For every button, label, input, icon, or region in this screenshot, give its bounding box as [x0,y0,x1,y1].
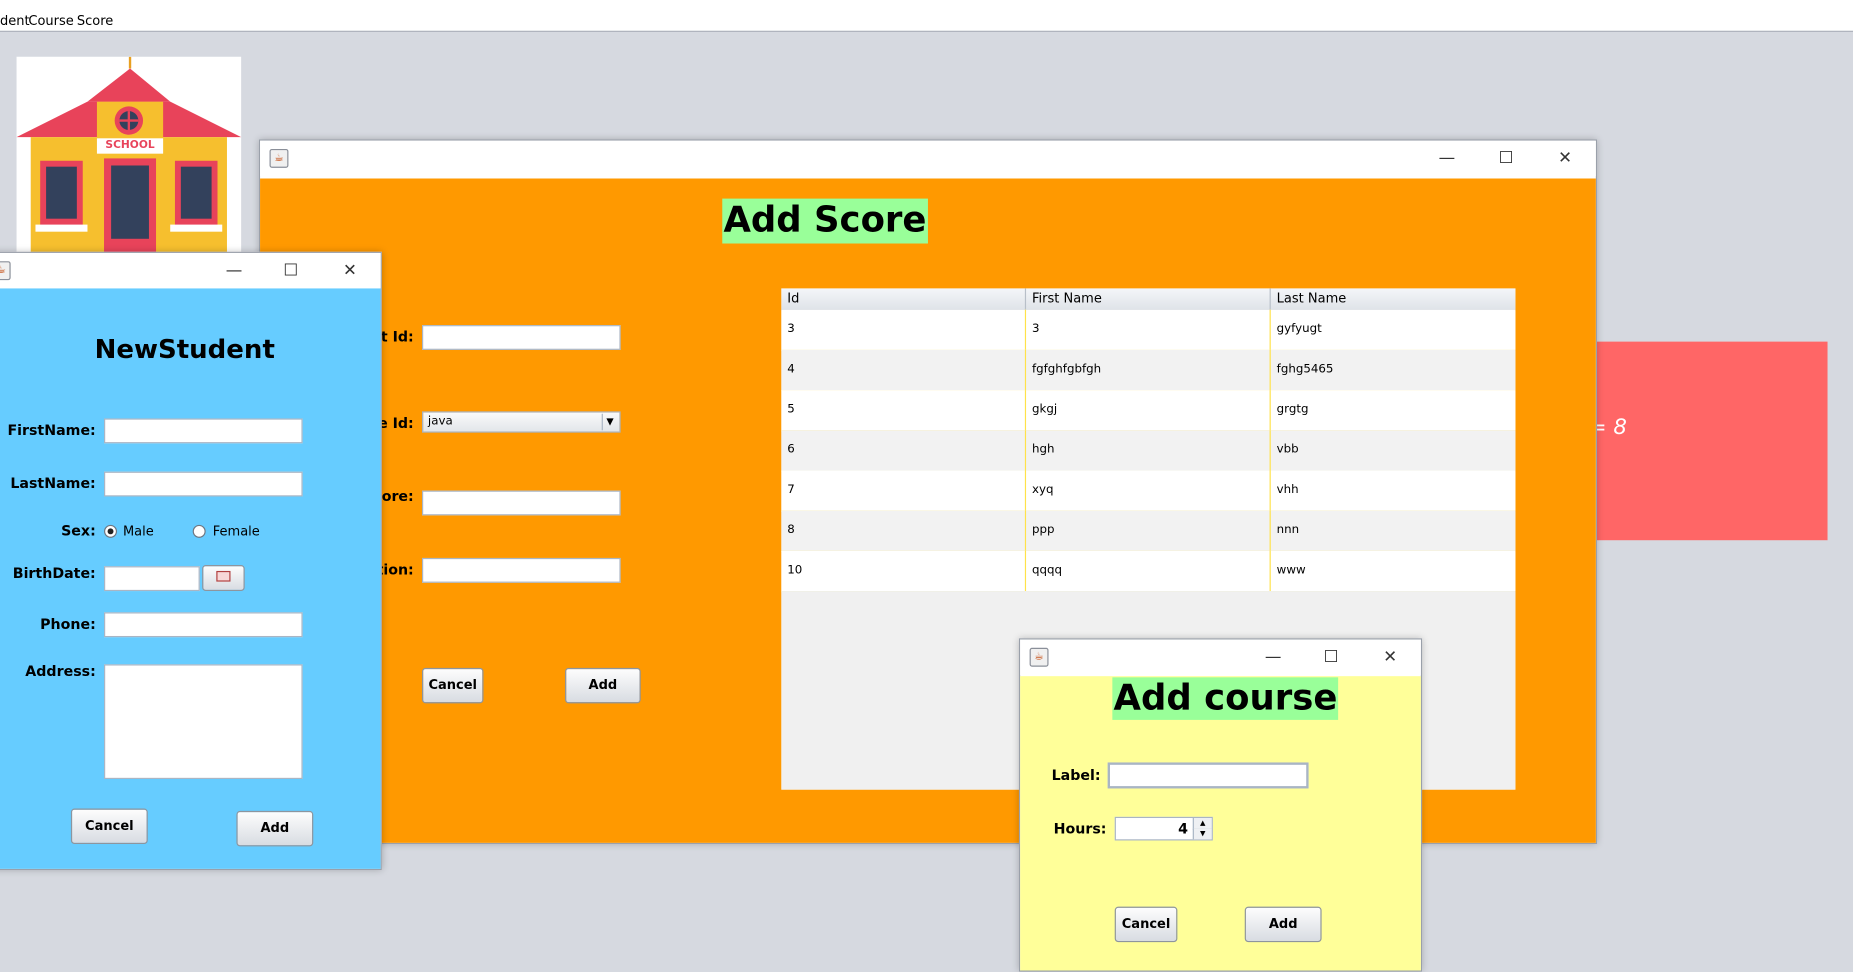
first-name-label: FirstName: [7,422,96,439]
table-cell: grgtg [1276,403,1309,417]
table-cell: ppp [1026,510,1271,551]
add-score-titlebar: ☕ — ☐ ✕ [260,140,1596,177]
table-row[interactable]: 7 xyq vhh [781,470,1516,512]
table-cell: vbb [1276,443,1299,457]
column-header-last-name[interactable]: Last Name [1271,288,1516,309]
table-cell: xyq [1026,470,1271,511]
table-cell: 6 [781,430,1027,471]
table-cell: qqqq [1026,550,1271,592]
table-cell: gkgj [1026,390,1271,431]
table-row[interactable]: 3 3 gyfyugt [781,309,1516,352]
table-cell: fghg5465 [1276,362,1334,376]
calendar-icon [216,570,231,582]
table-row[interactable]: 6 hgh vbb [781,430,1516,472]
table-cell: 4 [781,349,1027,391]
add-score-title: Add Score [722,198,928,244]
table-header: Id First Name Last Name [781,288,1516,311]
first-name-input[interactable] [104,418,303,444]
new-student-window: ☕ — ☐ ✕ NewStudent FirstName: LastName: … [0,251,382,871]
hours-spinner[interactable]: 4 ▲ ▼ [1114,816,1213,841]
minimize-icon[interactable]: — [221,259,247,283]
table-cell: fgfghfgbfgh [1026,349,1271,391]
background-panel: = 8 [1572,341,1828,541]
sex-label: Sex: [61,522,96,540]
table-cell: 3 [1026,309,1271,350]
student-id-input[interactable] [422,325,621,350]
new-student-title: NewStudent [94,335,275,366]
table-cell: 3 [781,309,1027,350]
menu-score[interactable]: Score [77,13,113,28]
maximize-icon[interactable]: ☐ [278,259,304,283]
minimize-icon[interactable]: — [1260,645,1286,669]
minimize-icon[interactable]: — [1434,147,1460,171]
student-cancel-button[interactable]: Cancel [70,808,148,845]
close-icon[interactable]: ✕ [1552,147,1578,171]
sex-female-label: Female [212,523,260,540]
course-add-button[interactable]: Add [1244,906,1322,943]
close-icon[interactable]: ✕ [337,259,363,283]
table-cell: 5 [781,390,1027,431]
address-label: Address: [25,663,96,680]
student-add-button[interactable]: Add [236,810,314,847]
last-name-input[interactable] [104,471,303,497]
table-cell: 7 [781,470,1027,511]
sex-male-label: Male [122,523,154,540]
add-course-titlebar: ☕ — ☐ ✕ [1020,639,1421,675]
table-cell: 10 [781,550,1027,592]
score-add-button[interactable]: Add [565,667,641,704]
hours-value: 4 [1178,820,1189,837]
table-cell: nnn [1276,523,1300,537]
spinner-down-icon[interactable]: ▼ [1192,828,1212,840]
phone-label: Phone: [40,615,96,633]
table-row[interactable]: 10 qqqq www [781,550,1516,593]
menu-course[interactable]: Course [28,13,73,28]
course-id-select[interactable]: java ▼ [422,411,621,433]
sex-male-radio[interactable] [104,524,118,538]
option-input[interactable] [422,557,621,583]
table-cell: gyfyugt [1276,322,1322,336]
birth-date-label: BirthDate: [12,565,96,582]
school-logo: SCHOOL [16,56,242,258]
sex-female-radio[interactable] [192,524,206,538]
course-id-select-value: java [427,414,453,428]
table-row[interactable]: 4 fgfghfgbfgh fghg5465 [781,349,1516,392]
close-icon[interactable]: ✕ [1377,645,1403,669]
phone-input[interactable] [104,612,303,638]
menubar: dent Course Score [0,0,1853,32]
table-cell: hgh [1026,430,1271,471]
add-course-content: Add course Label: Hours: 4 ▲ ▼ Cancel Ad… [1020,676,1421,971]
table-cell: www [1276,563,1306,577]
calendar-button[interactable] [202,565,245,592]
table-row[interactable]: 8 ppp nnn [781,510,1516,553]
birth-date-input[interactable] [104,566,200,592]
score-input[interactable] [422,490,621,516]
add-course-title: Add course [1112,677,1339,720]
java-icon: ☕ [0,261,11,281]
table-cell: vhh [1276,483,1299,497]
java-icon: ☕ [1029,647,1049,667]
java-icon: ☕ [269,148,289,168]
maximize-icon[interactable]: ☐ [1318,645,1344,669]
new-student-titlebar: ☕ — ☐ ✕ [0,252,381,289]
course-label-label: Label: [1051,767,1101,784]
table-row[interactable]: 5 gkgj grgtg [781,390,1516,432]
column-header-id[interactable]: Id [781,288,1027,310]
maximize-icon[interactable]: ☐ [1493,147,1519,171]
menu-student[interactable]: dent [0,13,30,28]
address-textarea[interactable] [104,664,303,780]
new-student-content: NewStudent FirstName: LastName: Sex: Mal… [0,288,381,869]
chevron-down-icon[interactable]: ▼ [601,413,617,431]
last-name-label: LastName: [10,475,96,492]
score-cancel-button[interactable]: Cancel [422,667,484,704]
add-course-window: ☕ — ☐ ✕ Add course Label: Hours: 4 ▲ ▼ C… [1018,638,1423,972]
course-cancel-button[interactable]: Cancel [1114,906,1178,943]
table-cell: 8 [781,510,1027,551]
logo-sign-text: SCHOOL [105,139,155,152]
column-header-first-name[interactable]: First Name [1026,288,1271,310]
hours-label: Hours: [1053,820,1107,837]
course-label-input[interactable] [1107,762,1309,789]
